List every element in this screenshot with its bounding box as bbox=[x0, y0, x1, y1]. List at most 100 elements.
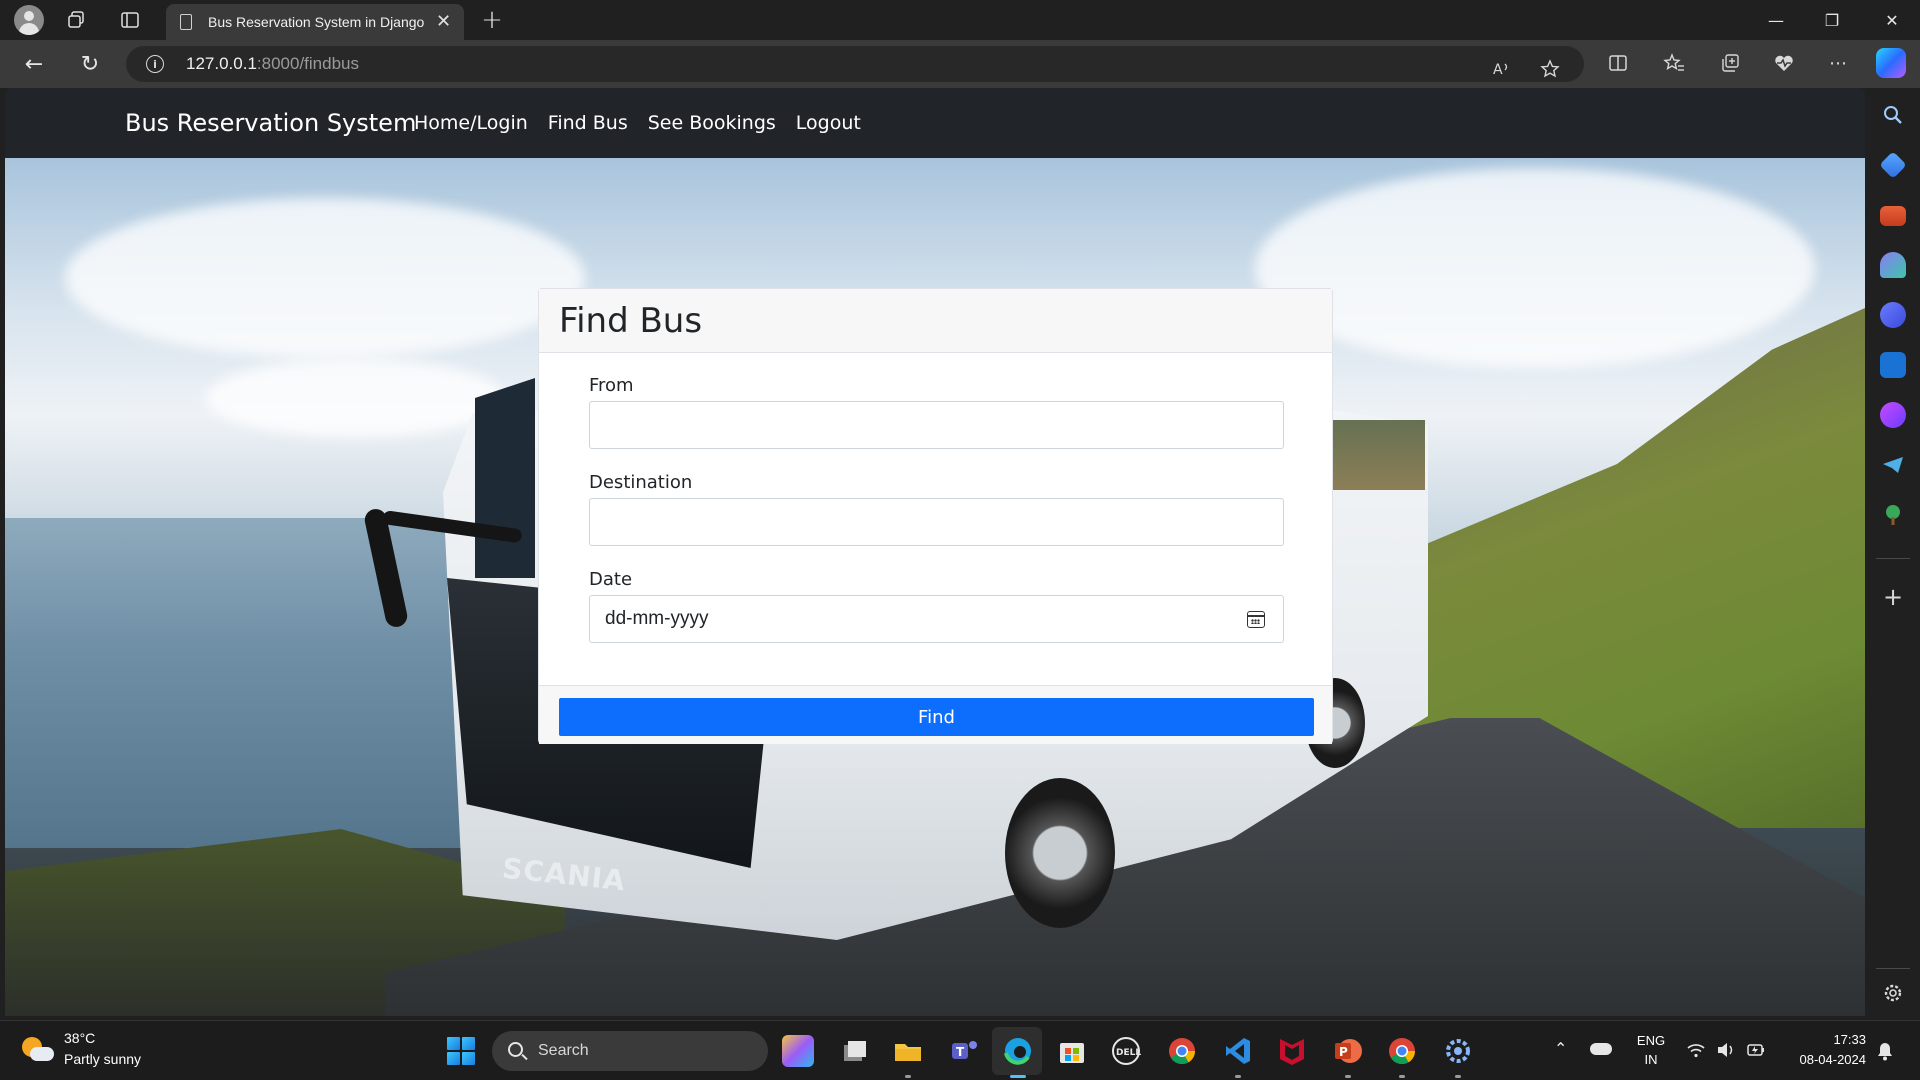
svg-text:A: A bbox=[1493, 62, 1503, 77]
from-input[interactable] bbox=[589, 401, 1284, 449]
back-button[interactable]: ← bbox=[18, 48, 50, 80]
volume-icon[interactable] bbox=[1716, 1041, 1736, 1063]
settings-icon[interactable] bbox=[1880, 980, 1906, 1006]
tools-icon[interactable] bbox=[1880, 206, 1906, 226]
tab-title: Bus Reservation System in Django bbox=[208, 14, 424, 30]
nav-link-find-bus[interactable]: Find Bus bbox=[548, 112, 628, 134]
edge-icon[interactable] bbox=[1002, 1035, 1034, 1067]
site-info-icon[interactable]: i bbox=[146, 55, 164, 73]
svg-text:P: P bbox=[1339, 1045, 1348, 1059]
minimize-button[interactable]: — bbox=[1748, 0, 1804, 40]
cloud bbox=[1255, 168, 1815, 368]
browser-essentials-icon[interactable] bbox=[1768, 47, 1800, 79]
language-indicator[interactable]: ENG bbox=[1636, 1033, 1666, 1048]
page-title: Find Bus bbox=[559, 301, 703, 341]
copilot-icon[interactable] bbox=[1876, 48, 1906, 78]
file-explorer-icon[interactable] bbox=[892, 1035, 924, 1067]
page-icon bbox=[180, 14, 192, 30]
mcafee-icon[interactable] bbox=[1276, 1035, 1308, 1067]
chrome-icon[interactable] bbox=[1166, 1035, 1198, 1067]
destination-label: Destination bbox=[589, 472, 693, 493]
favorite-star-icon[interactable] bbox=[1534, 53, 1566, 85]
profile-avatar[interactable] bbox=[14, 5, 44, 35]
hero-background-image: SCANIA Find Bus From Destination Date dd… bbox=[5, 158, 1865, 1016]
clock-date[interactable]: 08-04-2024 bbox=[1776, 1052, 1867, 1067]
tree-icon[interactable] bbox=[1880, 502, 1906, 528]
wifi-icon[interactable] bbox=[1686, 1041, 1706, 1063]
powerpoint-icon[interactable]: P bbox=[1332, 1035, 1364, 1067]
weather-description[interactable]: Partly sunny bbox=[64, 1051, 141, 1067]
navbar-brand[interactable]: Bus Reservation System bbox=[125, 109, 416, 137]
tab-close-icon[interactable]: ✕ bbox=[436, 13, 451, 31]
browser-titlebar: Bus Reservation System in Django ✕ + — ❐… bbox=[0, 0, 1920, 40]
shopping-icon[interactable] bbox=[1879, 151, 1907, 179]
vscode-icon[interactable] bbox=[1222, 1035, 1254, 1067]
page-viewport: Bus Reservation System Home/Login Find B… bbox=[5, 88, 1865, 1016]
weather-icon[interactable] bbox=[20, 1035, 54, 1065]
office-icon[interactable] bbox=[1880, 302, 1906, 328]
add-icon[interactable]: + bbox=[1880, 584, 1906, 610]
nav-link-see-bookings[interactable]: See Bookings bbox=[648, 112, 776, 134]
designer-icon[interactable] bbox=[1880, 402, 1906, 428]
date-input[interactable]: dd-mm-yyyy bbox=[589, 595, 1284, 643]
reload-button[interactable]: ↻ bbox=[74, 48, 106, 80]
close-window-button[interactable]: ✕ bbox=[1864, 0, 1920, 40]
url-text[interactable]: 127.0.0.1:8000/findbus bbox=[186, 54, 359, 74]
chrome-icon[interactable] bbox=[1386, 1035, 1418, 1067]
region-indicator[interactable]: IN bbox=[1636, 1052, 1666, 1067]
destination-input[interactable] bbox=[589, 498, 1284, 546]
card-header: Find Bus bbox=[539, 289, 1332, 353]
read-aloud-icon[interactable]: A bbox=[1486, 53, 1518, 85]
games-icon[interactable] bbox=[1880, 252, 1906, 278]
workspaces-icon[interactable] bbox=[62, 6, 90, 34]
telegram-icon[interactable] bbox=[1880, 452, 1906, 478]
battery-icon[interactable] bbox=[1746, 1041, 1766, 1063]
nav-links: Home/Login Find Bus See Bookings Logout bbox=[414, 112, 861, 134]
find-bus-card: Find Bus From Destination Date dd-mm-yyy… bbox=[538, 288, 1333, 744]
url-path: :8000/findbus bbox=[256, 54, 359, 73]
taskbar-search[interactable]: Search bbox=[492, 1031, 768, 1071]
settings-icon[interactable] bbox=[1442, 1035, 1474, 1067]
date-placeholder: dd-mm-yyyy bbox=[605, 608, 709, 629]
collections-icon[interactable] bbox=[1714, 47, 1746, 79]
running-indicator bbox=[1235, 1075, 1241, 1078]
bus-wheel bbox=[1005, 778, 1115, 928]
running-indicator bbox=[905, 1075, 911, 1078]
search-icon bbox=[508, 1042, 523, 1057]
store-icon[interactable] bbox=[1056, 1035, 1088, 1067]
onedrive-icon[interactable] bbox=[1590, 1043, 1612, 1055]
calendar-icon[interactable] bbox=[1247, 611, 1265, 628]
weather-temperature[interactable]: 38°C bbox=[64, 1030, 95, 1046]
new-tab-button[interactable]: + bbox=[478, 5, 506, 35]
outlook-icon[interactable] bbox=[1880, 352, 1906, 378]
site-navbar: Bus Reservation System Home/Login Find B… bbox=[5, 88, 1865, 158]
start-button[interactable] bbox=[447, 1037, 475, 1065]
teams-icon[interactable]: T bbox=[948, 1035, 980, 1067]
address-bar[interactable]: i 127.0.0.1:8000/findbus A bbox=[126, 46, 1584, 82]
maximize-button[interactable]: ❐ bbox=[1804, 0, 1860, 40]
find-button[interactable]: Find bbox=[559, 698, 1314, 736]
more-icon[interactable]: ⋯ bbox=[1822, 47, 1854, 79]
edge-sidebar: + bbox=[1866, 88, 1920, 1018]
svg-text:DELL: DELL bbox=[1116, 1048, 1141, 1058]
nav-link-home-login[interactable]: Home/Login bbox=[414, 112, 528, 134]
task-view-icon[interactable] bbox=[838, 1035, 870, 1067]
cloud bbox=[65, 198, 585, 358]
cloud bbox=[205, 358, 505, 438]
date-label: Date bbox=[589, 569, 633, 590]
favorites-icon[interactable] bbox=[1658, 47, 1690, 79]
search-icon[interactable] bbox=[1880, 102, 1906, 128]
notification-bell-icon[interactable] bbox=[1876, 1041, 1894, 1065]
show-hidden-icons-icon[interactable]: ⌃ bbox=[1554, 1039, 1567, 1058]
running-indicator bbox=[1399, 1075, 1405, 1078]
browser-tab-active[interactable]: Bus Reservation System in Django ✕ bbox=[166, 4, 464, 40]
dell-icon[interactable]: DELL bbox=[1110, 1035, 1142, 1067]
clock-time[interactable]: 17:33 bbox=[1776, 1032, 1866, 1047]
running-indicator bbox=[1455, 1075, 1461, 1078]
vertical-tabs-icon[interactable] bbox=[116, 6, 144, 34]
copilot-icon[interactable] bbox=[782, 1035, 814, 1067]
nav-link-logout[interactable]: Logout bbox=[796, 112, 861, 134]
browser-toolbar: ← ↻ i 127.0.0.1:8000/findbus A ⋯ bbox=[0, 40, 1920, 88]
windows-taskbar: 38°C Partly sunny Search T DELL P ⌃ ENG … bbox=[0, 1020, 1920, 1080]
split-screen-icon[interactable] bbox=[1602, 47, 1634, 79]
